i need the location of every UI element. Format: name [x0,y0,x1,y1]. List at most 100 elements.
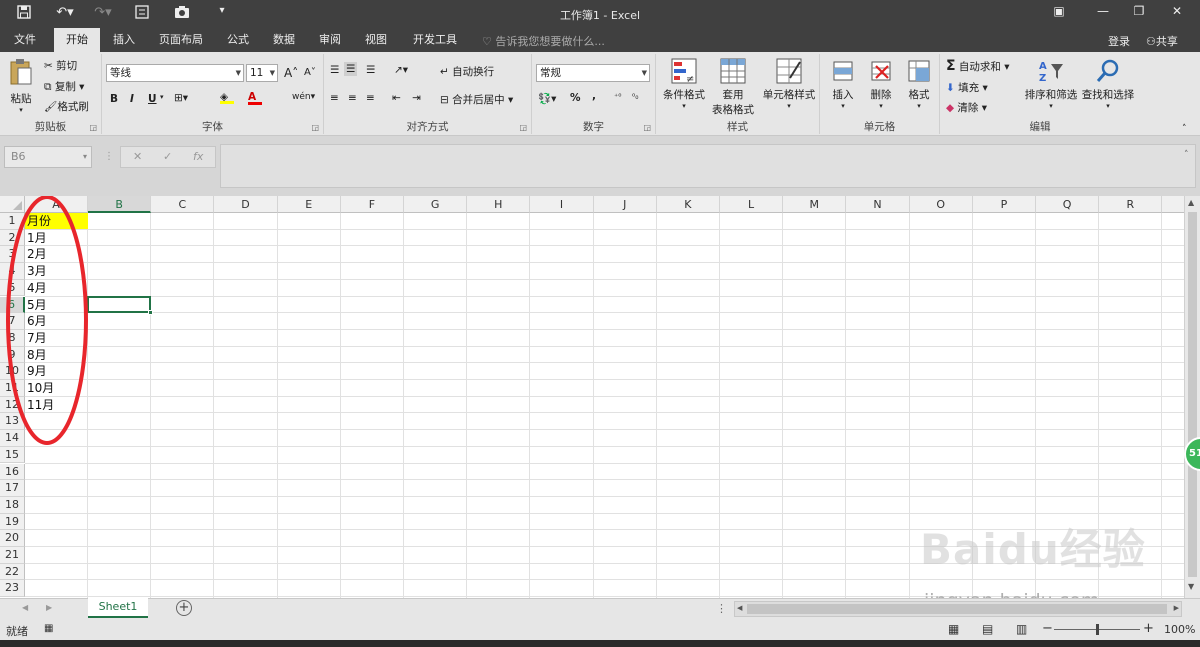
splitter-icon[interactable]: ⋮ [716,602,727,615]
vertical-scrollbar[interactable]: ▲ ▼ [1184,196,1200,598]
sign-in-link[interactable]: 登录 [1108,33,1130,49]
insert-cells-button[interactable]: 插入 ▾ [826,58,860,110]
phonetic-guide-button[interactable]: wén▾ [292,92,315,102]
ribbon-display-icon[interactable]: ▣ [1048,4,1070,22]
column-header-p[interactable]: P [972,196,1036,213]
increase-font-button[interactable]: A˄ [284,66,298,80]
italic-button[interactable]: I [130,93,134,105]
column-header-d[interactable]: D [214,196,278,213]
zoom-level[interactable]: 100% [1164,623,1195,636]
orientation-icon[interactable]: ↗▾ [394,64,408,76]
row-header-23[interactable]: 23 [0,580,25,598]
row-header-20[interactable]: 20 [0,530,25,547]
column-header-m[interactable]: M [783,196,847,213]
add-sheet-icon[interactable]: + [176,600,192,616]
zoom-out-icon[interactable]: − [1042,621,1053,636]
tab-data[interactable]: 数据 [264,28,304,52]
insert-function-icon[interactable]: fx [193,150,203,163]
align-top-icon[interactable]: ☰ [330,64,339,76]
align-right-icon[interactable]: ≡ [366,92,375,104]
column-header-j[interactable]: J [593,196,657,213]
column-header-i[interactable]: I [530,196,594,213]
font-name-select[interactable]: 等线 ▼ [106,64,244,82]
decrease-indent-icon[interactable]: ⇤ [392,92,401,104]
next-sheet-icon[interactable]: ▶ [46,603,52,612]
autosum-button[interactable]: Σ 自动求和 ▾ [946,58,1010,74]
dialog-launcher-icon[interactable]: ◲ [643,123,651,132]
enter-icon[interactable]: ✓ [163,150,172,163]
horizontal-scrollbar[interactable]: ◀ ▶ [734,601,1182,617]
decrease-font-button[interactable]: A˅ [304,67,316,78]
column-header-l[interactable]: L [720,196,784,213]
fill-button[interactable]: ⬇ 填充 ▾ [946,80,988,95]
dialog-launcher-icon[interactable]: ◲ [89,123,97,132]
page-break-view-icon[interactable]: ▥ [1016,622,1027,636]
tab-developer[interactable]: 开发工具 [404,28,466,52]
normal-view-icon[interactable]: ▦ [948,622,959,636]
column-header-k[interactable]: K [656,196,720,213]
row-header-16[interactable]: 16 [0,463,25,481]
cancel-icon[interactable]: ✕ [133,150,142,163]
align-middle-icon[interactable]: ☰ [344,62,358,76]
scroll-down-icon[interactable]: ▼ [1188,582,1194,591]
cut-button[interactable]: ✂ 剪切 [44,58,77,73]
column-header-c[interactable]: C [151,196,215,213]
column-header-g[interactable]: G [404,196,468,213]
name-box[interactable]: B6 ▾ [4,146,92,168]
tab-file[interactable]: 文件 [4,28,46,52]
increase-indent-icon[interactable]: ⇥ [412,92,421,104]
conditional-formatting-button[interactable]: ≠ 条件格式 ▾ [658,58,710,110]
collapse-ribbon-icon[interactable]: ˄ [1182,124,1187,134]
formula-input[interactable] [220,144,1196,188]
sort-filter-button[interactable]: AZ 排序和筛选 ▾ [1024,58,1078,110]
currency-icon[interactable]: 💱▾ [538,92,556,105]
underline-button[interactable]: U [148,93,157,105]
fill-color-button[interactable]: ◈ [220,91,234,104]
worksheet-grid[interactable]: ABCDEFGHIJKLMNOPQR 1 2 3 4 5 6 7 8 9 10 11 12 13 14 15… [0,196,1184,598]
minimize-icon[interactable]: — [1092,4,1114,22]
fill-handle[interactable] [148,310,154,316]
expand-formula-icon[interactable]: ˄ [1184,150,1189,160]
tell-me-search[interactable]: ♡ 告诉我您想要做什么... [482,33,605,49]
prev-sheet-icon[interactable]: ◀ [22,603,28,612]
border-icon[interactable]: ⊞▾ [174,92,188,104]
number-format-select[interactable]: 常规 ▼ [536,64,650,82]
merge-center-button[interactable]: ⊟ 合并后居中 ▾ [440,92,513,107]
find-select-button[interactable]: 查找和选择 ▾ [1080,58,1136,110]
align-left-icon[interactable]: ≡ [330,92,339,104]
row-header-22[interactable]: 22 [0,563,25,581]
wrap-text-button[interactable]: ↵ 自动换行 [440,64,494,79]
close-icon[interactable]: ✕ [1166,4,1188,22]
copy-button[interactable]: ⧉ 复制 ▾ [44,79,84,94]
tab-page-layout[interactable]: 页面布局 [150,28,212,52]
share-button[interactable]: ⚇共享 [1146,33,1178,49]
tab-formulas[interactable]: 公式 [218,28,258,52]
zoom-slider[interactable] [1054,624,1140,635]
page-layout-view-icon[interactable]: ▤ [982,622,993,636]
zoom-slider-thumb[interactable] [1096,624,1099,635]
column-header-e[interactable]: E [277,196,341,213]
column-header-o[interactable]: O [909,196,973,213]
column-header-n[interactable]: N [846,196,910,213]
restore-icon[interactable]: ❐ [1128,4,1150,22]
paste-button[interactable]: 粘贴 ▾ [6,58,36,114]
format-as-table-button[interactable]: 套用 表格格式 [706,58,760,117]
dialog-launcher-icon[interactable]: ◲ [311,123,319,132]
align-bottom-icon[interactable]: ☰ [366,64,375,76]
clear-button[interactable]: ◆ 清除 ▾ [946,100,987,115]
format-cells-button[interactable]: 格式 ▾ [902,58,936,110]
tab-view[interactable]: 视图 [356,28,396,52]
delete-cells-button[interactable]: 删除 ▾ [864,58,898,110]
scroll-up-icon[interactable]: ▲ [1188,198,1194,207]
percent-button[interactable]: % [570,92,581,104]
tab-home[interactable]: 开始 [54,28,100,52]
column-header-h[interactable]: H [467,196,531,213]
row-header-19[interactable]: 19 [0,513,25,531]
font-color-button[interactable]: A [248,91,262,105]
comma-button[interactable]: , [592,90,596,102]
column-header-q[interactable]: Q [1036,196,1100,213]
scroll-thumb[interactable] [747,604,1167,614]
macro-record-icon[interactable]: ▦ [44,623,53,634]
increase-decimal-icon[interactable]: ⁺⁰ [614,92,621,101]
tab-insert[interactable]: 插入 [104,28,144,52]
